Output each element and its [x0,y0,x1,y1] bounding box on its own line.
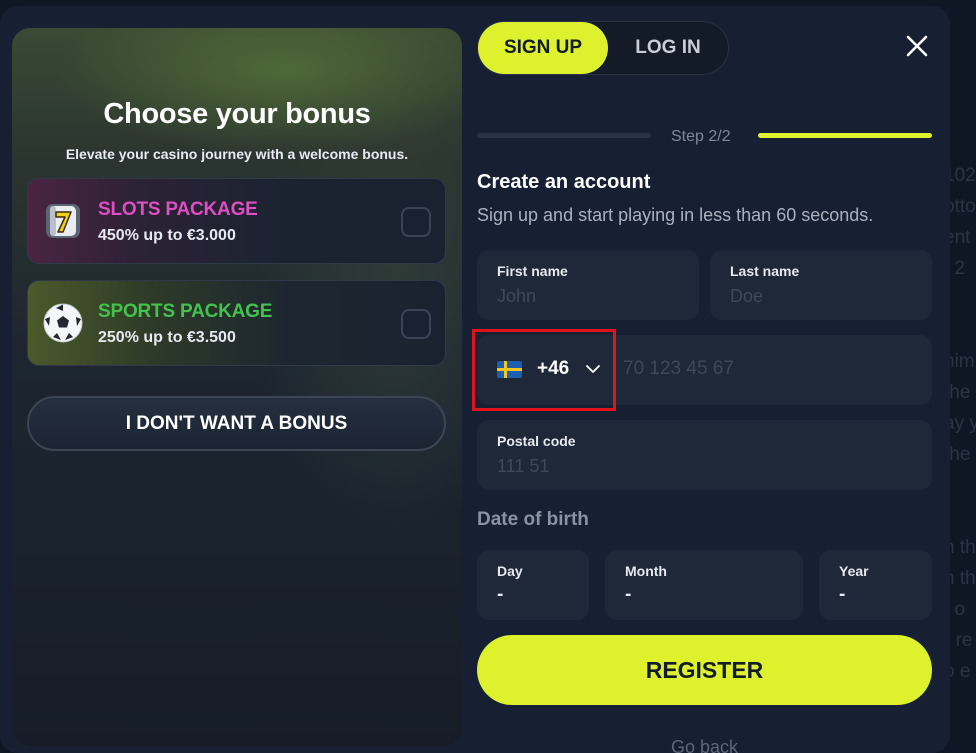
last-name-placeholder: Doe [730,286,764,306]
go-back-link[interactable]: Go back [477,737,932,753]
form-title: Create an account [477,171,651,193]
last-name-label: Last name [730,263,800,279]
slot-seven-icon [46,204,80,238]
progress-step-2 [758,133,932,138]
form-subtitle: Sign up and start playing in less than 6… [477,205,874,225]
dob-month-label: Month [625,563,667,579]
dob-month-select[interactable]: Month - [605,550,803,620]
date-of-birth-label: Date of birth [477,509,589,530]
bonus-subtitle: Elevate your casino journey with a welco… [65,146,409,162]
postal-code-placeholder: 111 51 [497,456,550,476]
last-name-field[interactable]: Last name Doe [710,250,932,320]
slots-package-description: 450% up to €3.000 [98,227,236,244]
sports-package-checkbox[interactable] [401,309,431,339]
sports-package-name: SPORTS PACKAGE [98,301,273,322]
sports-package-description: 250% up to €3.500 [98,329,236,346]
first-name-field[interactable]: First name John [477,250,699,320]
bg-fragment: dit [944,749,976,753]
dob-day-label: Day [497,563,523,579]
sports-package-card[interactable]: SPORTS PACKAGE 250% up to €3.500 [27,280,446,366]
postal-code-label: Postal code [497,433,576,449]
tab-log-in[interactable]: LOG IN [616,22,720,74]
no-bonus-button[interactable]: I DON'T WANT A BONUS [27,396,446,451]
slots-package-card[interactable]: SLOTS PACKAGE 450% up to €3.000 [27,178,446,264]
soccer-ball-icon [43,303,83,343]
dob-day-value: - [497,584,504,605]
first-name-placeholder: John [497,286,537,306]
first-name-label: First name [497,263,568,279]
register-button[interactable]: REGISTER [477,635,932,705]
phone-number-input[interactable]: 70 123 45 67 [623,358,734,380]
bonus-panel: Choose your bonus Elevate your casino jo… [12,28,462,746]
close-icon[interactable] [905,34,929,58]
slots-package-checkbox[interactable] [401,207,431,237]
auth-tabs: SIGN UP LOG IN [477,21,729,75]
dob-year-label: Year [839,563,869,579]
dob-year-select[interactable]: Year - [819,550,932,620]
country-code-highlight [472,329,616,411]
progress-step-1 [477,133,651,138]
dob-day-select[interactable]: Day - [477,550,589,620]
dob-year-value: - [839,584,846,605]
step-indicator: Step 2/2 [671,128,731,145]
postal-code-field[interactable]: Postal code 111 51 [477,420,932,490]
tab-sign-up[interactable]: SIGN UP [478,22,608,74]
slots-package-name: SLOTS PACKAGE [98,199,258,220]
dob-month-value: - [625,584,632,605]
bonus-title: Choose your bonus [103,98,371,130]
